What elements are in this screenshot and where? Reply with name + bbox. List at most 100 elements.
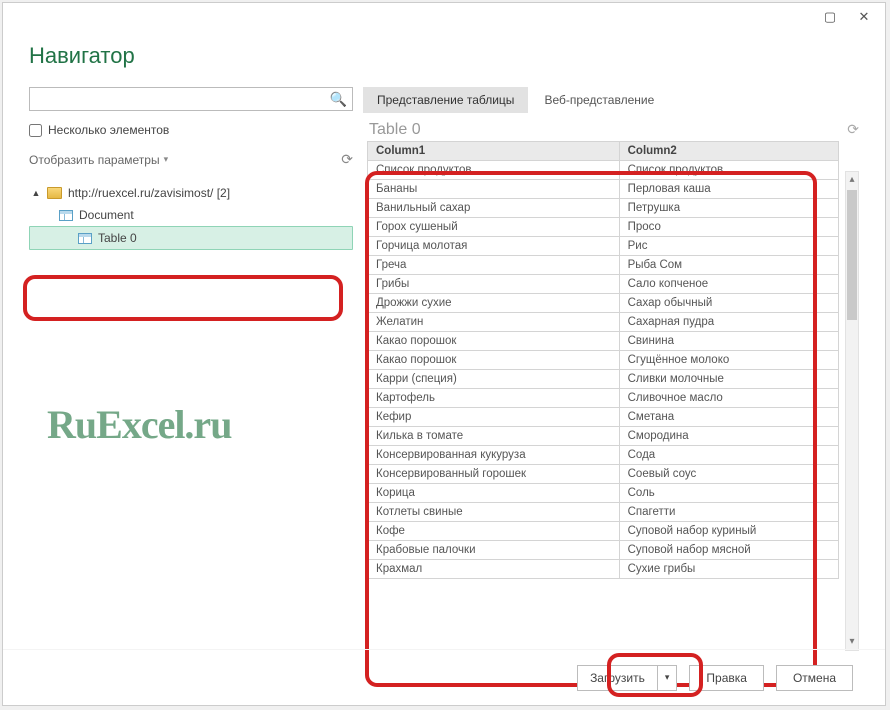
table-cell: Сливки молочные xyxy=(619,370,838,389)
preview-table: Column1 Column2 Список продуктов.Список … xyxy=(367,141,839,579)
annotation-highlight xyxy=(23,275,343,321)
table-cell: Кофе xyxy=(368,522,620,541)
table-cell: Сахар обычный xyxy=(619,294,838,313)
edit-button[interactable]: Правка xyxy=(689,665,764,691)
column-header[interactable]: Column1 xyxy=(368,142,620,161)
multiple-items-row[interactable]: Несколько элементов xyxy=(29,111,353,145)
display-params-link[interactable]: Отобразить параметры ▾ xyxy=(29,153,168,167)
maximize-icon[interactable]: ▢ xyxy=(813,6,847,28)
table-cell: Какао порошок xyxy=(368,332,620,351)
refresh-preview-icon[interactable]: ⟳ xyxy=(847,121,859,138)
table-cell: Рыба Сом xyxy=(619,256,838,275)
right-pane: Представление таблицы Веб-представление … xyxy=(363,87,885,657)
table-cell: Греча xyxy=(368,256,620,275)
body: 🔍 Несколько элементов Отобразить парамет… xyxy=(3,87,885,657)
table-cell: Сгущённое молоко xyxy=(619,351,838,370)
search-row: 🔍 xyxy=(29,87,353,111)
tree-item-document[interactable]: Document xyxy=(29,204,353,226)
watermark: RuExcel.ru xyxy=(47,401,231,448)
table-cell: Картофель xyxy=(368,389,620,408)
table-scroll: Column1 Column2 Список продуктов.Список … xyxy=(367,141,839,657)
table-row[interactable]: Консервированная кукурузаСода xyxy=(368,446,839,465)
dialog-title: Навигатор xyxy=(3,31,885,87)
table-cell: Суповой набор мясной xyxy=(619,541,838,560)
table-cell: Крабовые палочки xyxy=(368,541,620,560)
multiple-items-label: Несколько элементов xyxy=(48,123,169,137)
vertical-scrollbar[interactable]: ▴ ▾ xyxy=(845,171,859,651)
left-pane: 🔍 Несколько элементов Отобразить парамет… xyxy=(3,87,363,657)
table-row[interactable]: Какао порошокСвинина xyxy=(368,332,839,351)
tab-table-view[interactable]: Представление таблицы xyxy=(363,87,528,113)
table-cell: Список продуктов. xyxy=(619,161,838,180)
table-icon xyxy=(78,233,92,244)
table-row[interactable]: Горох сушеныйПросо xyxy=(368,218,839,237)
search-icon[interactable]: 🔍 xyxy=(330,91,347,108)
table-row[interactable]: КрахмалСухие грибы xyxy=(368,560,839,579)
table-cell: Суповой набор куриный xyxy=(619,522,838,541)
titlebar: ▢ ✕ xyxy=(3,3,885,31)
search-input[interactable] xyxy=(29,87,353,111)
preview-tabs: Представление таблицы Веб-представление xyxy=(363,87,865,113)
scroll-up-icon[interactable]: ▴ xyxy=(846,172,858,188)
load-dropdown-icon[interactable]: ▾ xyxy=(657,666,677,690)
table-row[interactable]: Список продуктов.Список продуктов. xyxy=(368,161,839,180)
close-icon[interactable]: ✕ xyxy=(847,6,881,28)
folder-icon xyxy=(47,187,62,199)
table-cell: Рис xyxy=(619,237,838,256)
collapse-icon[interactable]: ▲ xyxy=(31,188,41,198)
table-row[interactable]: Какао порошокСгущённое молоко xyxy=(368,351,839,370)
table-row[interactable]: Горчица молотаяРис xyxy=(368,237,839,256)
scroll-thumb[interactable] xyxy=(847,190,857,320)
table-row[interactable]: Килька в томатеСмородина xyxy=(368,427,839,446)
table-row[interactable]: ЖелатинСахарная пудра xyxy=(368,313,839,332)
cancel-button[interactable]: Отмена xyxy=(776,665,853,691)
table-row[interactable]: КофеСуповой набор куриный xyxy=(368,522,839,541)
table-cell: Сало копченое xyxy=(619,275,838,294)
table-cell: Сметана xyxy=(619,408,838,427)
table-cell: Кефир xyxy=(368,408,620,427)
chevron-down-icon: ▾ xyxy=(164,154,169,165)
table-cell: Консервированная кукуруза xyxy=(368,446,620,465)
table-row[interactable]: КефирСметана xyxy=(368,408,839,427)
scroll-down-icon[interactable]: ▾ xyxy=(846,634,858,650)
table-row[interactable]: Консервированный горошекСоевый соус xyxy=(368,465,839,484)
table-cell: Килька в томате xyxy=(368,427,620,446)
table-cell: Грибы xyxy=(368,275,620,294)
table-cell: Соевый соус xyxy=(619,465,838,484)
dialog-footer: Загрузить ▾ Правка Отмена xyxy=(3,649,885,705)
tree-root[interactable]: ▲ http://ruexcel.ru/zavisimost/ [2] xyxy=(29,182,353,204)
table-cell: Сухие грибы xyxy=(619,560,838,579)
preview-title: Table 0 xyxy=(363,113,865,141)
tree-item-table0[interactable]: Table 0 xyxy=(29,226,353,250)
table-row[interactable]: КартофельСливочное масло xyxy=(368,389,839,408)
display-params-row: Отобразить параметры ▾ ⟳ xyxy=(29,145,353,178)
table-row[interactable]: Карри (специя)Сливки молочные xyxy=(368,370,839,389)
table-cell: Перловая каша xyxy=(619,180,838,199)
tab-web-view[interactable]: Веб-представление xyxy=(530,87,668,113)
load-button[interactable]: Загрузить ▾ xyxy=(577,665,677,691)
table-row[interactable]: Дрожжи сухиеСахар обычный xyxy=(368,294,839,313)
column-header[interactable]: Column2 xyxy=(619,142,838,161)
table-row[interactable]: ГречаРыба Сом xyxy=(368,256,839,275)
table-row[interactable]: БананыПерловая каша xyxy=(368,180,839,199)
table-cell: Корица xyxy=(368,484,620,503)
refresh-icon[interactable]: ⟳ xyxy=(341,151,353,168)
table-cell: Ванильный сахар xyxy=(368,199,620,218)
multiple-items-checkbox[interactable] xyxy=(29,124,42,137)
source-tree: ▲ http://ruexcel.ru/zavisimost/ [2] Docu… xyxy=(29,178,353,250)
table-row[interactable]: ГрибыСало копченое xyxy=(368,275,839,294)
table-cell: Дрожжи сухие xyxy=(368,294,620,313)
table-cell: Список продуктов. xyxy=(368,161,620,180)
table-row[interactable]: Ванильный сахарПетрушка xyxy=(368,199,839,218)
table-cell: Котлеты свиные xyxy=(368,503,620,522)
table-row[interactable]: Котлеты свиныеСпагетти xyxy=(368,503,839,522)
table-cell: Сода xyxy=(619,446,838,465)
table-cell: Просо xyxy=(619,218,838,237)
table-row[interactable]: Крабовые палочкиСуповой набор мясной xyxy=(368,541,839,560)
table-row[interactable]: КорицаСоль xyxy=(368,484,839,503)
table-cell: Сахарная пудра xyxy=(619,313,838,332)
navigator-dialog: ▢ ✕ Навигатор 🔍 Несколько элементов Отоб… xyxy=(2,2,886,706)
table-cell: Бананы xyxy=(368,180,620,199)
table-cell: Петрушка xyxy=(619,199,838,218)
table-cell: Консервированный горошек xyxy=(368,465,620,484)
